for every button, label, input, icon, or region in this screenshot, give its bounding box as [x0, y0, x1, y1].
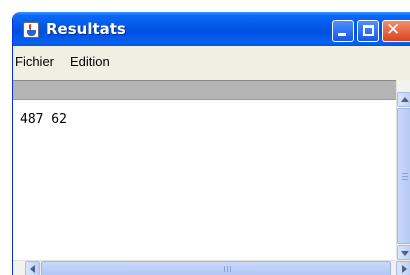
chevron-up-icon	[401, 97, 409, 102]
results-text: 487 62	[20, 112, 67, 127]
table-header-bar	[13, 80, 396, 100]
chevron-right-icon	[402, 265, 407, 273]
grip-icon	[402, 173, 408, 180]
scroll-up-button[interactable]	[397, 92, 410, 107]
scroll-right-button[interactable]	[396, 261, 410, 275]
maximize-button[interactable]	[357, 20, 379, 42]
vertical-scrollbar[interactable]	[396, 80, 410, 260]
results-window: Resultats ✕ Fichier Edition 487 62	[12, 12, 410, 275]
window-title: Resultats	[46, 20, 126, 38]
vertical-scroll-thumb[interactable]	[397, 108, 410, 244]
minimize-button[interactable]	[332, 20, 354, 42]
java-cup-icon	[23, 22, 39, 38]
minimize-icon	[338, 33, 346, 36]
menu-item-fichier[interactable]: Fichier	[15, 54, 54, 69]
close-icon: ✕	[386, 20, 401, 40]
horizontal-scroll-thumb[interactable]	[41, 261, 391, 275]
grip-icon	[224, 266, 231, 272]
horizontal-scrollbar[interactable]	[13, 260, 410, 275]
scroll-down-button[interactable]	[397, 245, 410, 260]
menu-item-edition[interactable]: Edition	[70, 54, 110, 69]
results-text-area[interactable]: 487 62	[13, 100, 396, 260]
scroll-left-button[interactable]	[25, 261, 40, 275]
close-button[interactable]: ✕	[382, 20, 410, 42]
chevron-left-icon	[30, 265, 35, 273]
title-bar[interactable]: Resultats ✕	[13, 12, 410, 46]
maximize-icon	[363, 25, 374, 36]
chevron-down-icon	[401, 251, 409, 256]
